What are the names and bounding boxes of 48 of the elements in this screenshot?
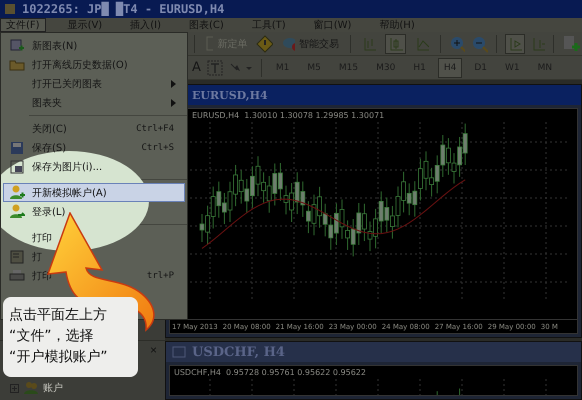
chart-type-button[interactable] bbox=[385, 34, 406, 54]
candlestick-icon bbox=[388, 36, 403, 52]
template-add-icon[interactable] bbox=[562, 34, 582, 52]
menu-item[interactable]: 登录(L) bbox=[3, 202, 185, 221]
chart-info-text: USDCHF,H4 0.95728 0.95761 0.95622 0.95622 bbox=[173, 367, 367, 379]
menu-item[interactable]: 打开离线历史数据(O) bbox=[3, 55, 185, 74]
menu-item[interactable]: 新图表(N) bbox=[3, 36, 185, 55]
folder-icon bbox=[9, 58, 25, 71]
submenu-arrow-icon bbox=[171, 98, 176, 106]
chart-shift-button[interactable] bbox=[504, 34, 525, 54]
line-chart-icon bbox=[414, 36, 430, 52]
chart-window-title: USDCHF, H4 bbox=[192, 344, 285, 360]
menu-item[interactable]: 打印 bbox=[3, 228, 185, 247]
candlestick-series bbox=[436, 388, 460, 395]
play-icon bbox=[508, 36, 522, 52]
menu-item[interactable]: 打开已关闭图表 bbox=[3, 74, 185, 93]
instruction-text: 点击平面左上方 “文件”，选择 “开户模拟账户” bbox=[9, 306, 109, 367]
print-preview-icon bbox=[10, 250, 24, 264]
zoom-out-icon[interactable] bbox=[471, 34, 488, 52]
bar-chart-icon bbox=[362, 36, 376, 52]
text-label-icon[interactable] bbox=[206, 60, 223, 76]
warning-icon[interactable] bbox=[256, 34, 273, 52]
users-icon bbox=[23, 381, 39, 395]
menu-item[interactable]: 开新模拟帐户(A) bbox=[3, 183, 185, 202]
menu-item[interactable]: 关闭(C) Ctrl+F4 bbox=[3, 119, 185, 138]
menu-item[interactable]: 打 bbox=[3, 247, 185, 266]
navigator-item[interactable]: 账户 bbox=[43, 381, 63, 395]
window-title: 1022265: JP█ █T4 - EURUSD,H4 bbox=[22, 2, 224, 16]
chart-window-title: EURUSD,H4 bbox=[192, 88, 268, 102]
chart-info-text: EURUSD,H4 1.30010 1.30078 1.29985 1.30071 bbox=[191, 110, 386, 122]
menu-item[interactable]: 图表夹 bbox=[3, 93, 185, 112]
menu-title[interactable]: 文件(F) bbox=[0, 18, 46, 32]
zoom-in-icon[interactable] bbox=[449, 34, 466, 52]
app-logo-icon bbox=[4, 3, 16, 15]
chart-add-icon bbox=[10, 38, 24, 52]
submenu-arrow-icon bbox=[171, 80, 176, 88]
autoscroll-icon[interactable] bbox=[530, 36, 546, 52]
user-login-icon bbox=[9, 204, 25, 219]
printer-icon bbox=[9, 268, 25, 282]
expand-icon[interactable] bbox=[10, 384, 19, 392]
menu-item[interactable]: 保存(S) Ctrl+S bbox=[3, 138, 185, 157]
user-add-icon bbox=[9, 185, 25, 200]
chart-window-icon bbox=[172, 346, 186, 358]
save-icon bbox=[10, 140, 24, 154]
timeframe-button[interactable]: H4 bbox=[438, 58, 462, 78]
picture-icon bbox=[10, 160, 24, 174]
menu-item[interactable]: 保存为图片(i)... bbox=[3, 157, 185, 176]
close-button[interactable]: × bbox=[148, 343, 159, 357]
